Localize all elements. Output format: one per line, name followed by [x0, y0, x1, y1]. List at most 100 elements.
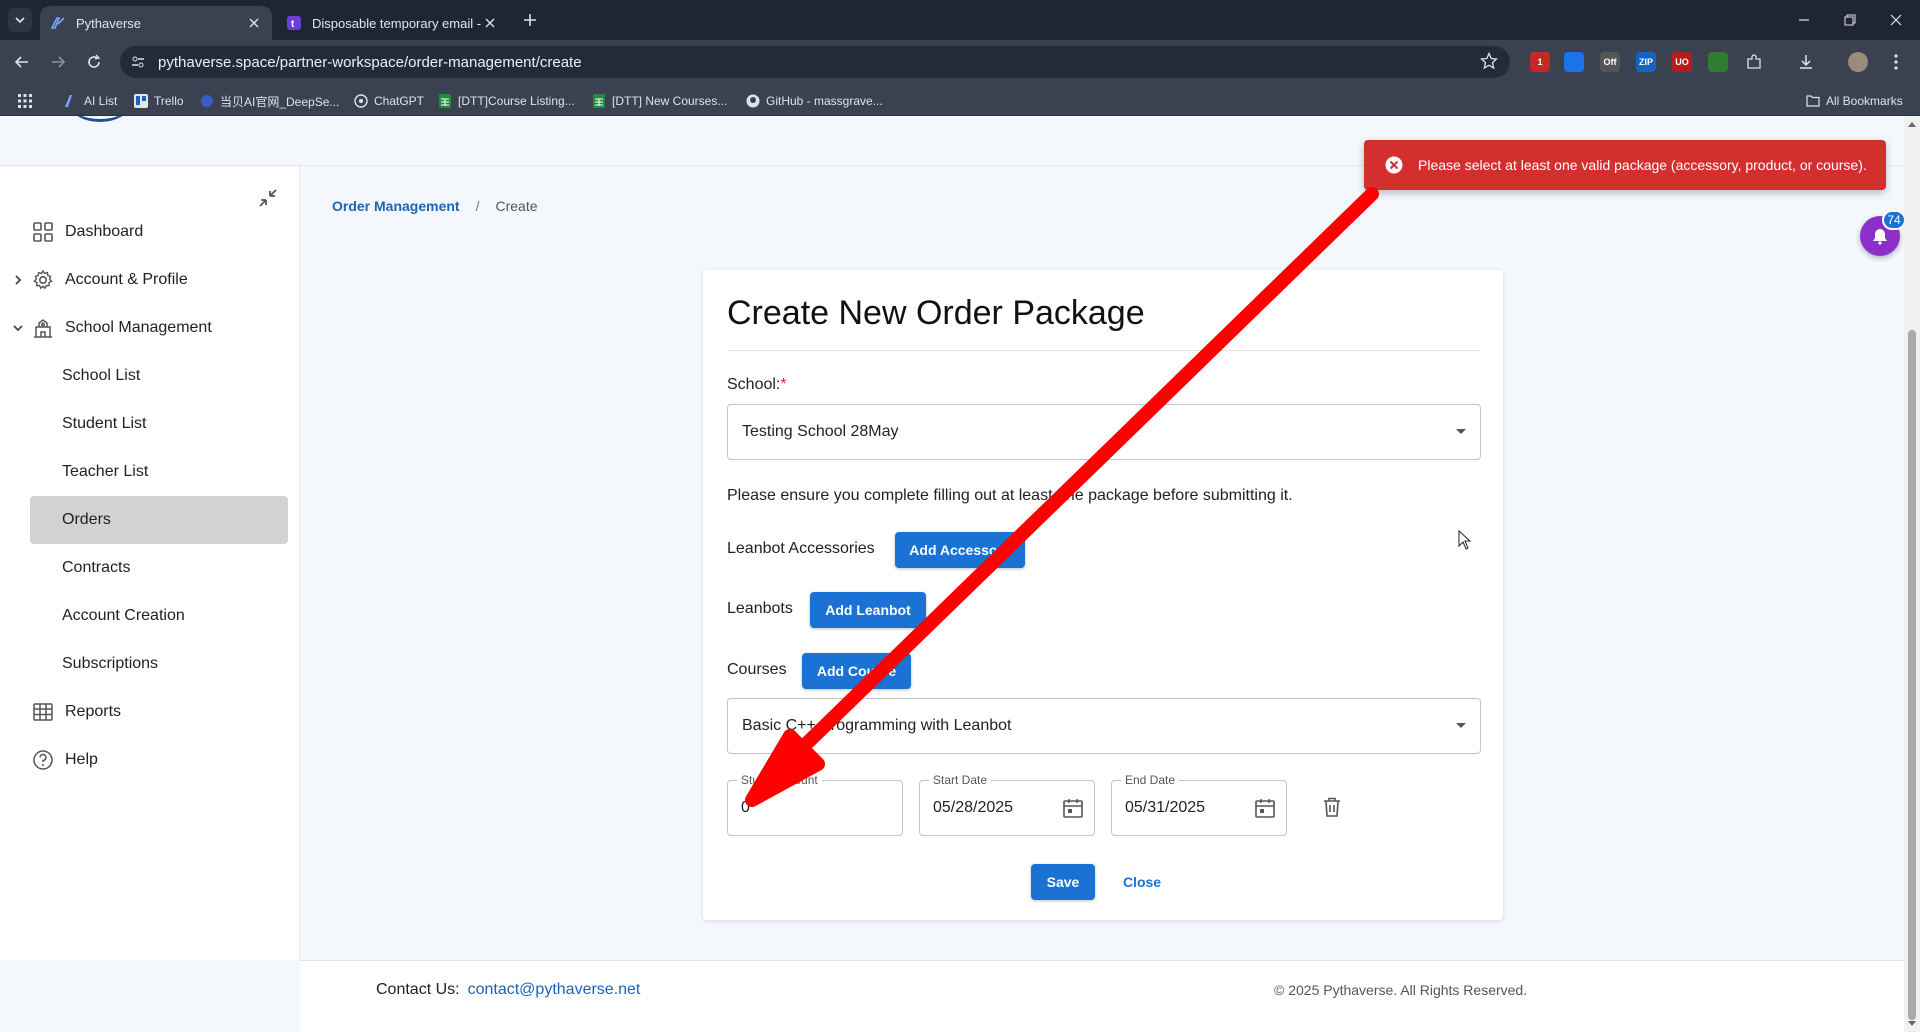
add-leanbot-button[interactable]: Add Leanbot — [810, 592, 926, 628]
download-icon[interactable] — [1796, 52, 1816, 72]
sidebar-item-school-list[interactable]: School List — [30, 352, 288, 400]
apps-grid-icon[interactable] — [18, 92, 32, 110]
close-window-button[interactable] — [1886, 10, 1906, 30]
page-scrollbar[interactable] — [1904, 116, 1920, 1032]
ext-off-icon[interactable]: Off — [1600, 52, 1620, 72]
sidebar-item-orders[interactable]: Orders — [30, 496, 288, 544]
bookmark-trello[interactable]: Trello — [134, 92, 184, 110]
new-tab-button[interactable] — [520, 10, 540, 30]
minimize-button[interactable] — [1794, 10, 1814, 30]
ext-green-icon[interactable] — [1708, 52, 1728, 72]
app-logo[interactable] — [70, 116, 130, 122]
tab-search-button[interactable] — [8, 8, 32, 32]
sidebar-item-school-management[interactable]: School Management — [13, 304, 288, 352]
bookmark-dangbei[interactable]: 当贝AI官网_DeepSe... — [200, 92, 339, 110]
sidebar-item-account-profile[interactable]: Account & Profile — [15, 256, 288, 304]
arrow-left-icon — [14, 56, 28, 68]
reload-button[interactable] — [84, 52, 104, 72]
bookmark-ai-list[interactable]: AI List — [64, 92, 117, 110]
star-icon[interactable] — [1480, 52, 1498, 70]
sidebar-item-subscriptions[interactable]: Subscriptions — [30, 640, 288, 688]
required-marker: * — [780, 376, 787, 393]
mouse-cursor-icon — [1458, 530, 1472, 550]
reload-icon — [88, 54, 101, 68]
school-select[interactable]: Testing School 28May — [727, 404, 1481, 460]
breadcrumb-order-management[interactable]: Order Management — [332, 198, 460, 214]
profile-avatar[interactable] — [1848, 52, 1868, 72]
scroll-thumb[interactable] — [1908, 330, 1916, 1020]
sidebar-item-dashboard[interactable]: Dashboard — [30, 208, 288, 256]
puzzle-icon[interactable] — [1744, 52, 1764, 72]
calendar-icon[interactable] — [1062, 797, 1084, 819]
footer-copyright: © 2025 Pythaverse. All Rights Reserved. — [1274, 982, 1528, 998]
site-info-icon[interactable] — [124, 48, 152, 76]
start-date-value: 05/28/2025 — [933, 799, 1014, 816]
scroll-up-icon[interactable] — [1908, 122, 1916, 127]
notification-count-badge: 74 — [1882, 210, 1904, 230]
pythaverse-favicon-icon — [50, 15, 66, 31]
chevron-down-icon — [15, 17, 25, 24]
contact-label: Contact Us: — [376, 981, 460, 998]
divider — [727, 350, 1481, 351]
grid-icon — [31, 220, 55, 244]
save-button[interactable]: Save — [1031, 864, 1095, 900]
sidebar-item-label: School Management — [65, 319, 212, 336]
restore-button[interactable] — [1840, 10, 1860, 30]
sidebar-item-account-creation[interactable]: Account Creation — [30, 592, 288, 640]
close-button[interactable]: Close — [1117, 864, 1167, 900]
ext-zip-icon[interactable]: ZIP — [1636, 52, 1656, 72]
sidebar: Dashboard Account & Profile School Manag… — [0, 166, 300, 960]
table-icon — [31, 700, 55, 724]
sidebar-item-contracts[interactable]: Contracts — [30, 544, 288, 592]
bookmark-dtt-course-listing[interactable]: [DTT]Course Listing... — [438, 92, 575, 110]
scroll-down-icon[interactable] — [1908, 1021, 1916, 1026]
form-notice: Please ensure you complete filling out a… — [727, 487, 1293, 504]
tab-title: Disposable temporary email - T — [312, 15, 482, 31]
forward-button[interactable] — [48, 52, 68, 72]
contact-email-link[interactable]: contact@pythaverse.net — [468, 981, 641, 998]
add-course-button[interactable]: Add Course — [802, 653, 911, 689]
collapse-sidebar-button[interactable] — [256, 186, 280, 210]
tab-pythaverse[interactable]: Pythaverse — [40, 6, 272, 40]
sidebar-item-label: Reports — [65, 703, 122, 720]
bell-icon — [1873, 229, 1887, 245]
ext-ublock-icon[interactable]: UO — [1672, 52, 1692, 72]
close-icon[interactable] — [482, 15, 498, 31]
student-count-label: Student Count — [737, 773, 822, 787]
sidebar-item-help[interactable]: Help — [30, 736, 288, 784]
end-date-field[interactable]: End Date 05/31/2025 — [1111, 773, 1287, 836]
github-icon — [746, 94, 760, 108]
restore-icon — [1844, 14, 1856, 26]
student-count-field[interactable]: Student Count 0 — [727, 773, 903, 836]
toast-message: Please select at least one valid package… — [1418, 157, 1867, 173]
school-icon — [31, 316, 55, 340]
calendar-icon[interactable] — [1254, 797, 1276, 819]
arrow-right-icon — [52, 56, 66, 68]
chevron-right-icon — [10, 272, 26, 288]
address-bar[interactable]: pythaverse.space/partner-workspace/order… — [120, 46, 1510, 78]
sidebar-item-reports[interactable]: Reports — [30, 688, 288, 736]
sidebar-item-student-list[interactable]: Student List — [30, 400, 288, 448]
add-accessory-button[interactable]: Add Accessory — [895, 532, 1025, 568]
trash-icon[interactable] — [1321, 796, 1343, 818]
accessories-label: Leanbot Accessories — [727, 540, 875, 557]
tab-title: Pythaverse — [76, 15, 142, 31]
ext-red-icon[interactable]: 1 — [1530, 52, 1550, 72]
bookmark-chatgpt[interactable]: ChatGPT — [354, 92, 424, 110]
notification-button[interactable]: 74 — [1860, 210, 1904, 256]
bookmark-dtt-new-courses[interactable]: [DTT] New Courses... — [592, 92, 727, 110]
close-icon[interactable] — [246, 15, 262, 31]
course-select[interactable]: Basic C++ Programming with Leanbot — [727, 698, 1481, 754]
sidebar-item-teacher-list[interactable]: Teacher List — [30, 448, 288, 496]
gear-icon — [31, 268, 55, 292]
bookmark-github[interactable]: GitHub - massgrave... — [746, 92, 883, 110]
start-date-field[interactable]: Start Date 05/28/2025 — [919, 773, 1095, 836]
chatgpt-icon — [354, 94, 368, 108]
tab-temp-email[interactable]: t Disposable temporary email - T — [276, 6, 508, 40]
back-button[interactable] — [12, 52, 32, 72]
bookmarks-bar: AI List Trello 当贝AI官网_DeepSe... ChatGPT … — [0, 84, 1920, 116]
kebab-menu-icon[interactable] — [1886, 52, 1906, 72]
all-bookmarks[interactable]: All Bookmarks — [1806, 92, 1903, 110]
collapse-icon — [259, 189, 277, 207]
translate-icon[interactable] — [1564, 52, 1584, 72]
